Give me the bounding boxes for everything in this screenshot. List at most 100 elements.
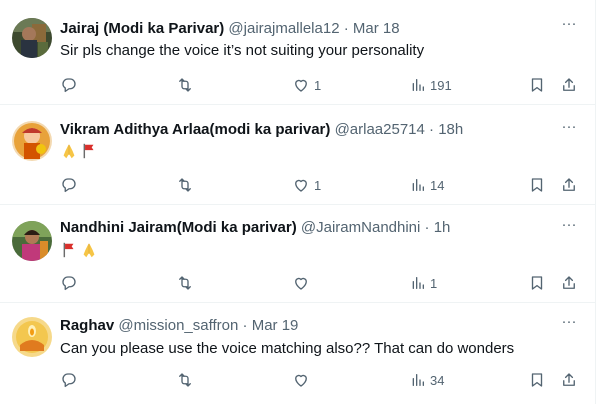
author-name[interactable]: Jairaj (Modi ka Parivar) [60,20,224,37]
tweet-actions: 1 191 [60,75,580,95]
timestamp[interactable]: 1h [434,219,451,236]
author-handle[interactable]: @JairamNandhini [301,219,420,236]
reply-bubble-icon [62,276,76,291]
heart-icon [295,179,307,192]
timestamp[interactable]: 18h [438,121,463,138]
bookmark-icon [531,373,543,387]
views-count: 191 [430,77,452,93]
timestamp[interactable]: Mar 18 [353,20,400,37]
author-name[interactable]: Raghav [60,317,114,334]
share-upload-icon [563,373,575,386]
like-count: 1 [314,177,322,193]
repost-button[interactable] [175,273,199,293]
reply-bubble-icon [62,178,76,193]
tweet[interactable]: Vikram Adithya Arlaa(modi ka parivar) @a… [0,105,595,205]
emoji-row [60,142,98,160]
reply-feed: Jairaj (Modi ka Parivar) @jairajmallela1… [0,0,596,404]
views-count: 34 [430,372,445,388]
tweet[interactable]: Raghav @mission_saffron · Mar 19 ··· Can… [0,303,595,404]
reply-button[interactable] [60,273,82,293]
separator-dot: · [424,219,430,236]
bookmark-button[interactable] [528,75,546,95]
views-button[interactable]: 14 [410,175,444,195]
bookmark-icon [531,276,543,290]
share-upload-icon [563,78,575,91]
avatar[interactable] [12,221,52,261]
views-count: 14 [430,177,445,193]
tweet-text: Can you please use the voice matching al… [60,340,515,357]
share-button[interactable] [560,175,578,195]
views-bars-icon [412,374,424,386]
timestamp[interactable]: Mar 19 [252,317,299,334]
share-button[interactable] [560,273,578,293]
author-handle[interactable]: @mission_saffron [118,317,238,334]
tweet[interactable]: Nandhini Jairam(Modi ka parivar) @Jairam… [0,205,595,303]
tweet[interactable]: Jairaj (Modi ka Parivar) @jairajmallela1… [0,0,595,105]
bookmark-button[interactable] [528,273,546,293]
red-flag-emoji [63,242,74,258]
reply-button[interactable] [60,175,82,195]
tweet-header: Nandhini Jairam(Modi ka parivar) @Jairam… [60,218,555,238]
heart-icon [295,79,307,92]
tweet-actions: 1 [60,273,580,293]
author-handle[interactable]: @jairajmallela12 [228,20,339,37]
views-button[interactable]: 191 [410,75,452,95]
views-button[interactable]: 1 [410,273,437,293]
like-button[interactable] [292,273,314,293]
emoji-row [60,241,98,259]
separator-dot: · [242,317,248,334]
like-button[interactable]: 1 [292,75,321,95]
reply-button[interactable] [60,75,82,95]
like-button[interactable] [292,370,314,390]
tweet-text: Sir pls change the voice it’s not suitin… [60,42,425,59]
share-upload-icon [563,178,575,191]
share-button[interactable] [560,75,578,95]
views-button[interactable]: 34 [410,370,444,390]
more-dots-icon[interactable]: ··· [559,16,579,37]
avatar[interactable] [12,18,52,58]
share-button[interactable] [560,370,578,390]
separator-dot: · [429,121,435,138]
bookmark-icon [531,178,543,192]
heart-icon [295,374,307,387]
reply-button[interactable] [60,370,82,390]
repost-arrows-icon [179,178,191,192]
share-upload-icon [563,276,575,289]
repost-arrows-icon [179,78,191,92]
author-handle[interactable]: @arlaa25714 [335,121,425,138]
views-bars-icon [412,179,424,191]
more-dots-icon[interactable]: ··· [559,119,579,140]
bookmark-button[interactable] [528,175,546,195]
avatar[interactable] [12,317,52,357]
more-dots-icon[interactable]: ··· [559,217,579,238]
views-bars-icon [412,277,424,289]
red-flag-emoji [83,143,94,159]
tweet-header: Vikram Adithya Arlaa(modi ka parivar) @a… [60,120,555,140]
tweet-text [60,141,575,161]
repost-arrows-icon [179,373,191,387]
like-count: 1 [314,77,322,93]
repost-button[interactable] [175,370,199,390]
repost-button[interactable] [175,175,199,195]
tweet-actions: 1 14 [60,175,580,195]
reply-bubble-icon [62,373,76,388]
heart-icon [295,277,307,290]
more-dots-icon[interactable]: ··· [559,314,579,335]
folded-hands-emoji [83,243,95,258]
tweet-header: Raghav @mission_saffron · Mar 19 [60,316,555,336]
views-count: 1 [430,275,438,291]
author-name[interactable]: Nandhini Jairam(Modi ka parivar) [60,219,297,236]
avatar[interactable] [12,121,52,161]
repost-button[interactable] [175,75,199,95]
author-name[interactable]: Vikram Adithya Arlaa(modi ka parivar) [60,121,330,138]
tweet-header: Jairaj (Modi ka Parivar) @jairajmallela1… [60,19,555,39]
reply-bubble-icon [62,78,76,93]
bookmark-button[interactable] [528,370,546,390]
bookmark-icon [531,78,543,92]
tweet-text [60,240,575,260]
views-bars-icon [412,79,424,91]
tweet-actions: 34 [60,370,580,390]
folded-hands-emoji [63,144,75,159]
separator-dot: · [343,20,349,37]
like-button[interactable]: 1 [292,175,321,195]
